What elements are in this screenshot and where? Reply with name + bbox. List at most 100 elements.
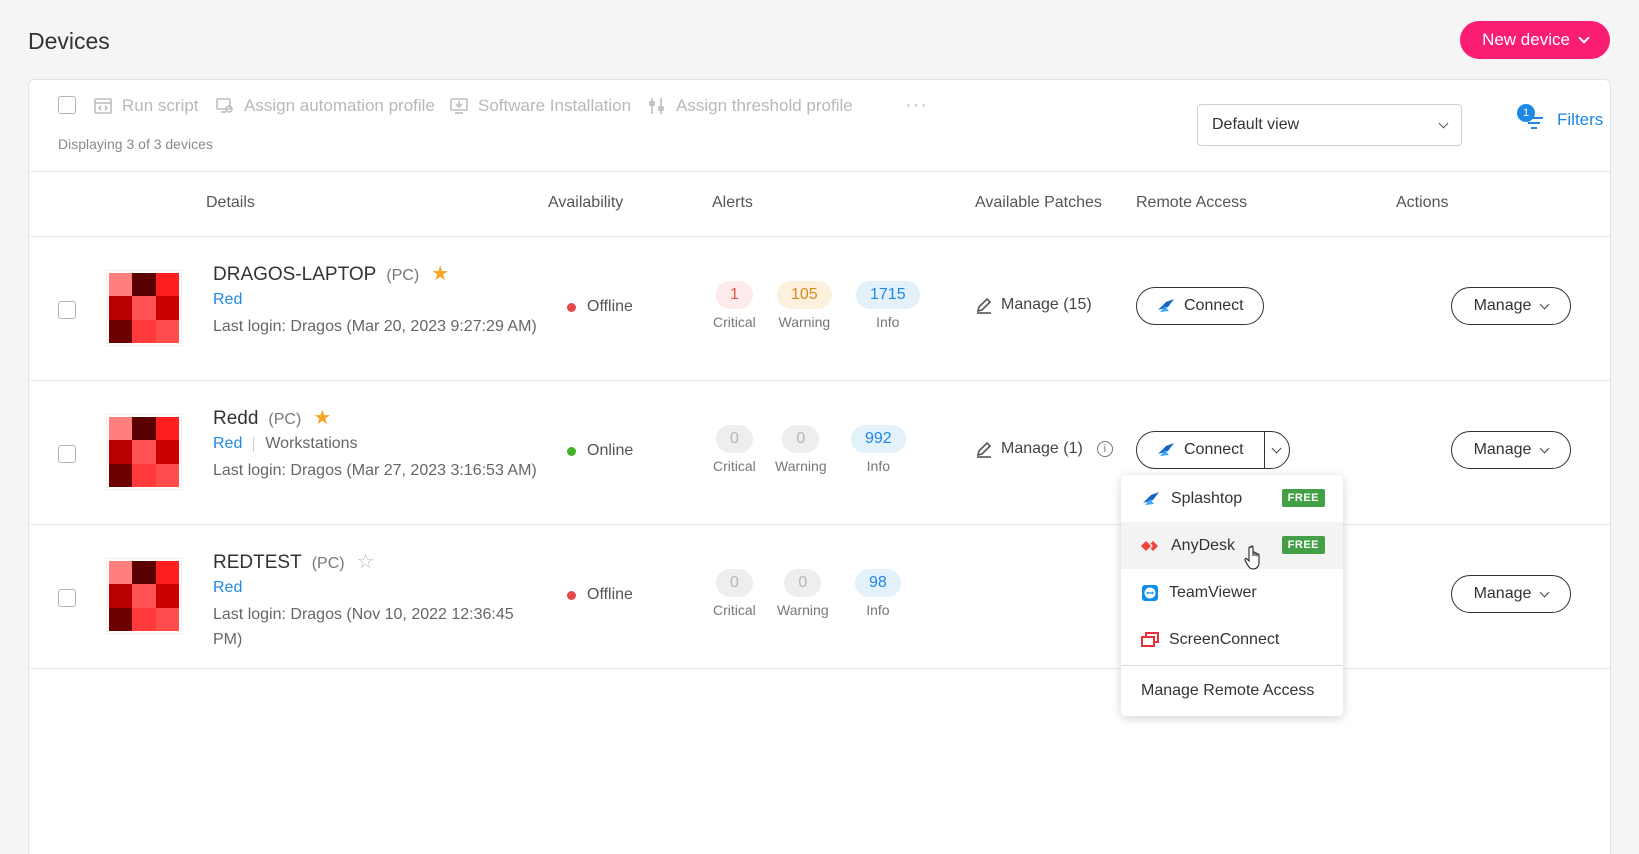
select-all-checkbox[interactable] xyxy=(58,96,76,114)
info-icon[interactable]: i xyxy=(1096,441,1113,457)
alert-critical[interactable]: 0 Critical xyxy=(713,425,756,474)
free-badge: FREE xyxy=(1281,536,1325,554)
chevron-down-icon xyxy=(1438,118,1449,128)
favorite-star-icon[interactable]: ★ xyxy=(431,261,449,286)
device-name[interactable]: REDTEST xyxy=(213,552,302,574)
favorite-star-outline-icon[interactable]: ☆ xyxy=(357,549,375,574)
critical-count: 0 xyxy=(715,425,753,453)
menu-item-label: AnyDesk xyxy=(1171,536,1236,554)
warning-count: 105 xyxy=(777,281,832,309)
device-type: (PC) xyxy=(268,411,302,428)
more-actions-icon[interactable]: ··· xyxy=(905,94,928,117)
connect-button[interactable]: Connect xyxy=(1136,287,1264,325)
chevron-down-icon xyxy=(1578,32,1590,44)
critical-label: Critical xyxy=(713,602,756,618)
device-name[interactable]: Redd xyxy=(213,408,258,430)
table-row[interactable]: REDTEST (PC) ☆ Red Last login: Dragos (N… xyxy=(29,525,1610,669)
col-details[interactable]: Details xyxy=(206,194,255,212)
status-label: Online xyxy=(587,442,634,459)
favorite-star-icon[interactable]: ★ xyxy=(313,405,331,430)
info-count: 992 xyxy=(851,425,906,453)
screenconnect-icon xyxy=(1141,631,1159,647)
splashtop-icon xyxy=(1158,443,1174,456)
software-installation-action[interactable]: Software Installation xyxy=(450,94,631,118)
connect-dropdown-toggle[interactable] xyxy=(1263,432,1289,468)
critical-count: 0 xyxy=(715,569,753,597)
toolbar: Run script Assign automation profile Sof… xyxy=(29,80,1610,172)
alert-warning[interactable]: 0 Warning xyxy=(775,425,827,474)
device-group-link[interactable]: Red xyxy=(213,291,242,309)
patches-label: Manage (15) xyxy=(1001,296,1092,313)
table-header: Details Availability Alerts Available Pa… xyxy=(29,172,1610,237)
manage-button[interactable]: Manage xyxy=(1451,575,1571,613)
chevron-down-icon xyxy=(1539,587,1550,597)
alert-warning[interactable]: 0 Warning xyxy=(777,569,829,618)
manage-patches-link[interactable]: Manage (1) i xyxy=(975,440,1113,458)
warning-count: 0 xyxy=(784,569,822,597)
table-row[interactable]: DRAGOS-LAPTOP (PC) ★ Red Last login: Dra… xyxy=(29,237,1610,381)
row-checkbox[interactable] xyxy=(58,445,76,463)
alert-info[interactable]: 1715 Info xyxy=(856,281,920,330)
chevron-down-icon xyxy=(1539,443,1550,453)
alert-critical[interactable]: 1 Critical xyxy=(713,281,756,330)
alert-info[interactable]: 98 Info xyxy=(855,569,901,618)
manage-remote-access-link[interactable]: Manage Remote Access xyxy=(1141,682,1314,700)
critical-label: Critical xyxy=(713,458,756,474)
device-meta: Red xyxy=(213,579,242,597)
chevron-down-icon xyxy=(1539,299,1550,309)
menu-item-teamviewer[interactable]: TeamViewer xyxy=(1121,569,1343,616)
manage-label: Manage xyxy=(1473,441,1532,458)
devices-panel: Run script Assign automation profile Sof… xyxy=(28,79,1611,854)
remote-access-menu: Splashtop FREE AnyDesk FREE TeamViewer S… xyxy=(1121,475,1343,716)
device-group-link[interactable]: Red xyxy=(213,435,242,453)
filters-button[interactable]: 1 Filters xyxy=(1517,104,1603,132)
menu-divider xyxy=(1121,665,1343,666)
run-script-action[interactable]: Run script xyxy=(94,94,199,118)
device-name[interactable]: DRAGOS-LAPTOP xyxy=(213,264,376,286)
device-name-line: REDTEST (PC) ☆ xyxy=(213,549,375,574)
device-avatar xyxy=(107,415,181,489)
connect-split-button[interactable]: Connect xyxy=(1136,431,1290,469)
device-meta: Red xyxy=(213,291,242,309)
menu-item-anydesk[interactable]: AnyDesk FREE xyxy=(1121,522,1343,569)
manage-button[interactable]: Manage xyxy=(1451,431,1571,469)
new-device-button[interactable]: New device xyxy=(1460,21,1610,59)
table-row[interactable]: Redd (PC) ★ Red Workstations Last login:… xyxy=(29,381,1610,525)
alert-warning[interactable]: 105 Warning xyxy=(777,281,832,330)
device-type: (PC) xyxy=(311,555,345,572)
software-installation-label: Software Installation xyxy=(478,96,632,115)
device-category: Workstations xyxy=(265,435,358,452)
run-script-label: Run script xyxy=(122,96,199,115)
col-remote-access[interactable]: Remote Access xyxy=(1136,194,1247,212)
hand-cursor-icon xyxy=(1244,545,1260,570)
device-name-line: Redd (PC) ★ xyxy=(213,405,331,430)
col-actions: Actions xyxy=(1396,194,1449,211)
menu-item-splashtop[interactable]: Splashtop FREE xyxy=(1121,475,1343,522)
status-dot-icon xyxy=(567,590,576,600)
connect-label: Connect xyxy=(1184,441,1244,458)
alert-info[interactable]: 992 Info xyxy=(851,425,906,474)
assign-threshold-action[interactable]: Assign threshold profile xyxy=(648,94,853,118)
connect-button[interactable]: Connect xyxy=(1137,432,1264,468)
assign-automation-action[interactable]: Assign automation profile xyxy=(216,94,435,118)
info-label: Info xyxy=(866,602,890,618)
warning-count: 0 xyxy=(782,425,820,453)
manage-label: Manage xyxy=(1473,585,1532,602)
software-icon xyxy=(450,98,468,114)
menu-item-label: Splashtop xyxy=(1171,489,1243,507)
manage-patches-link[interactable]: Manage (15) xyxy=(975,296,1092,314)
menu-item-screenconnect[interactable]: ScreenConnect xyxy=(1121,616,1343,663)
row-checkbox[interactable] xyxy=(58,301,76,319)
device-last-login: Last login: Dragos (Nov 10, 2022 12:36:4… xyxy=(213,606,514,648)
alert-critical[interactable]: 0 Critical xyxy=(713,569,756,618)
col-alerts[interactable]: Alerts xyxy=(712,194,753,212)
threshold-icon xyxy=(649,98,664,114)
col-availability[interactable]: Availability xyxy=(548,194,623,212)
device-avatar xyxy=(107,271,181,345)
manage-button[interactable]: Manage xyxy=(1451,287,1571,325)
view-select[interactable]: Default view xyxy=(1197,104,1462,146)
device-group-link[interactable]: Red xyxy=(213,579,242,597)
row-checkbox[interactable] xyxy=(58,589,76,607)
col-patches[interactable]: Available Patches xyxy=(975,194,1102,212)
availability-status: Offline xyxy=(567,298,633,316)
